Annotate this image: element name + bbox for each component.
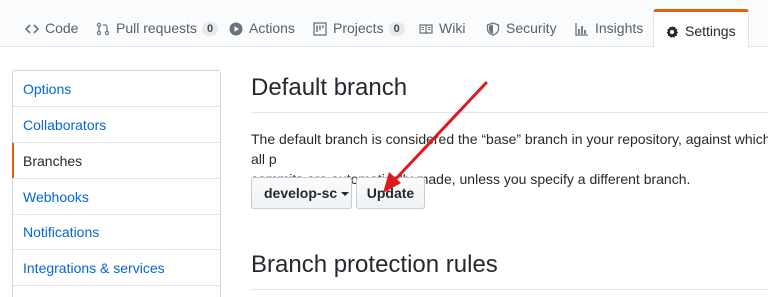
- repo-nav: Code Pull requests 0 Actions Projects 0 …: [0, 0, 768, 48]
- tab-wiki[interactable]: Wiki: [418, 11, 465, 47]
- branch-select-value: develop-sc: [264, 185, 338, 201]
- tab-code[interactable]: Code: [24, 11, 78, 47]
- pull-requests-counter: 0: [201, 22, 219, 36]
- tab-actions-label: Actions: [249, 20, 295, 36]
- project-icon: [312, 21, 328, 37]
- sidebar-item-integrations-services[interactable]: Integrations & services: [13, 250, 220, 286]
- gear-icon: [664, 24, 680, 40]
- code-icon: [24, 21, 40, 37]
- tab-projects[interactable]: Projects 0: [312, 11, 405, 47]
- settings-sidebar: Options Collaborators Branches Webhooks …: [12, 70, 221, 297]
- description-line-1: The default branch is considered the “ba…: [251, 131, 768, 167]
- update-button[interactable]: Update: [356, 177, 425, 209]
- play-icon: [228, 21, 244, 37]
- tab-security[interactable]: Security: [485, 11, 557, 47]
- graph-icon: [574, 21, 590, 37]
- tab-insights-label: Insights: [595, 20, 644, 36]
- tab-settings-label: Settings: [685, 23, 736, 39]
- tab-settings[interactable]: Settings: [653, 9, 749, 48]
- tab-actions[interactable]: Actions: [228, 11, 295, 47]
- tab-code-label: Code: [45, 20, 79, 36]
- sidebar-item-notifications[interactable]: Notifications: [13, 214, 220, 250]
- section-divider: [251, 112, 768, 113]
- sidebar-item-branches[interactable]: Branches: [12, 143, 220, 179]
- projects-counter: 0: [388, 22, 405, 36]
- tab-security-label: Security: [506, 20, 557, 36]
- branch-protection-heading: Branch protection rules: [251, 251, 498, 278]
- sidebar-item-collaborators[interactable]: Collaborators: [13, 107, 220, 143]
- default-branch-heading: Default branch: [251, 74, 408, 101]
- sidebar-item-webhooks[interactable]: Webhooks: [13, 179, 220, 215]
- update-button-label: Update: [366, 185, 415, 201]
- tab-projects-label: Projects: [333, 20, 384, 36]
- caret-down-icon: [341, 192, 350, 196]
- sidebar-item-options[interactable]: Options: [13, 71, 220, 107]
- tab-wiki-label: Wiki: [439, 20, 466, 36]
- git-pull-request-icon: [95, 21, 111, 37]
- shield-icon: [485, 21, 501, 37]
- book-icon: [418, 21, 434, 37]
- branch-select-button[interactable]: develop-sc: [251, 177, 352, 209]
- tab-insights[interactable]: Insights: [574, 11, 643, 47]
- tab-pull-requests-label: Pull requests: [116, 20, 197, 36]
- tab-pull-requests[interactable]: Pull requests 0: [95, 11, 219, 47]
- section-divider: [251, 289, 768, 290]
